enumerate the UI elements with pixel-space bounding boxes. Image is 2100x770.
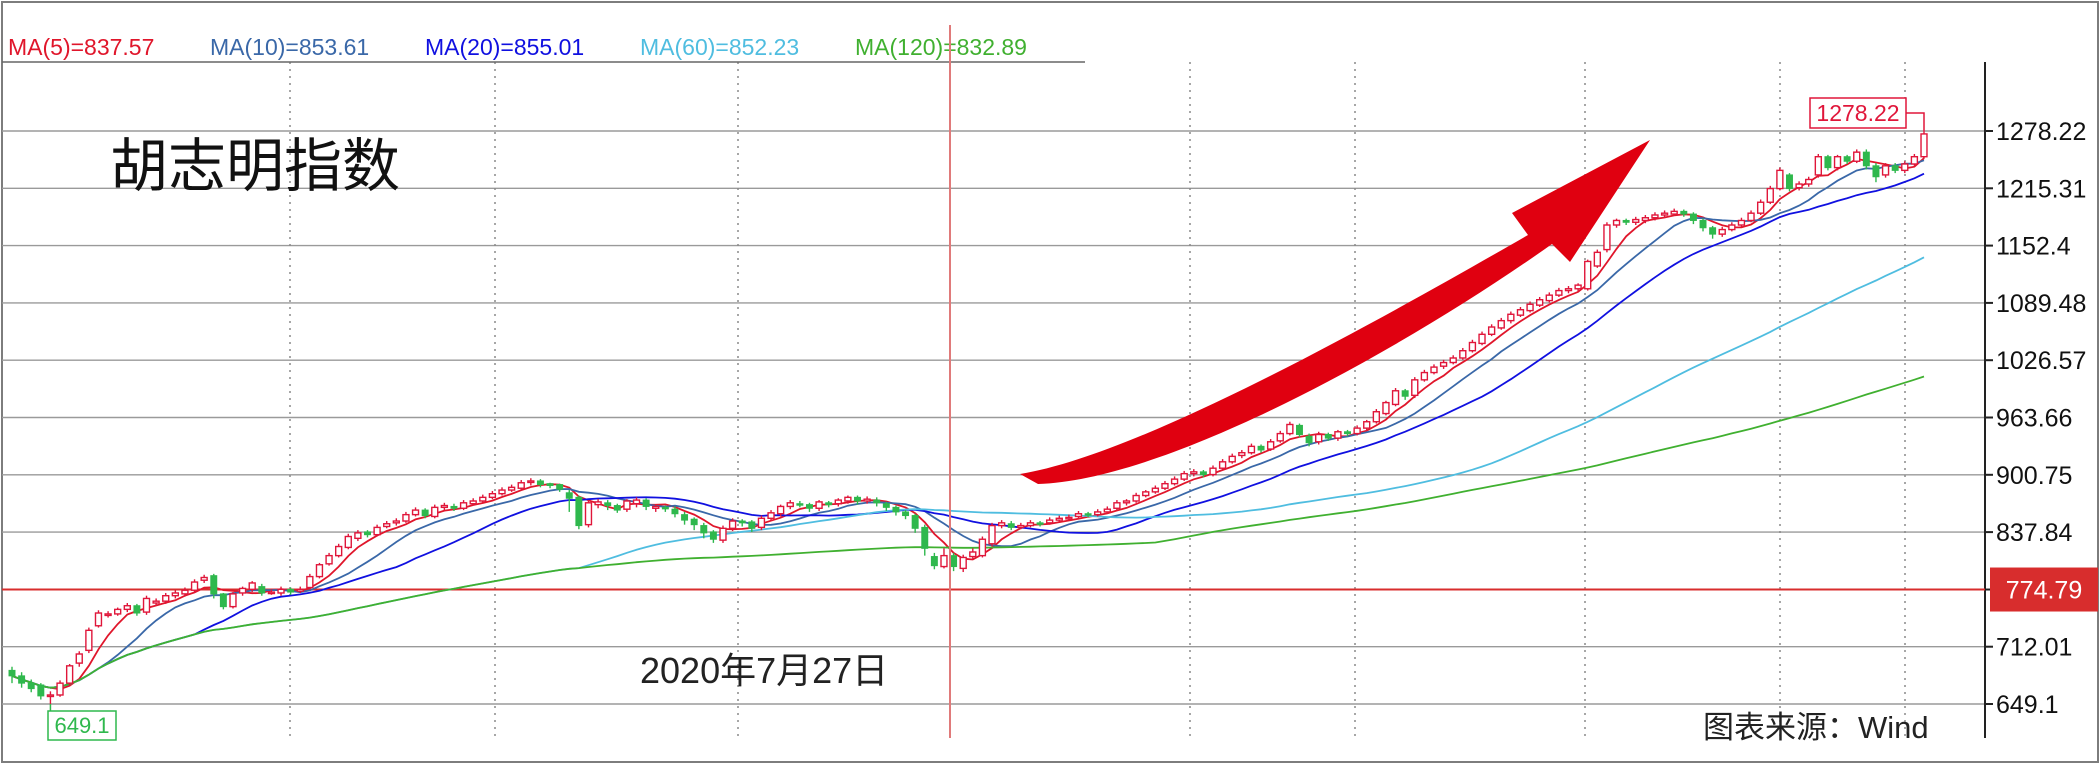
y-tick-label: 774.79 [2006, 577, 2082, 605]
ma-legend-item: MA(20)=855.01 [425, 34, 584, 60]
candlestick [85, 627, 93, 654]
candlestick [1391, 388, 1400, 407]
y-tick-label: 837.84 [1996, 519, 2073, 547]
chart-title: 胡志明指数 [110, 134, 400, 199]
candlestick [1833, 154, 1842, 171]
candlestick [584, 500, 593, 528]
candlestick [1853, 149, 1861, 164]
candlestick [757, 515, 766, 531]
candlestick [1411, 377, 1419, 399]
candlestick [1584, 259, 1592, 291]
candlestick [1881, 163, 1890, 178]
candlestick [56, 680, 64, 697]
candlestick [1776, 167, 1784, 191]
candlestick [1382, 400, 1390, 416]
date-annotation: 2020年7月27日 [640, 650, 888, 691]
candlestick [1593, 249, 1602, 268]
candlestick [1824, 154, 1832, 171]
ma-legend-item: MA(10)=853.61 [210, 34, 369, 60]
ma-legend-item: MA(60)=852.23 [640, 34, 799, 60]
candlestick [306, 573, 314, 590]
candlestick [575, 495, 583, 530]
candlestick [229, 592, 237, 609]
candlestick [315, 562, 324, 579]
candlestick [1920, 131, 1928, 159]
candlestick [1286, 421, 1294, 436]
y-tick-label: 963.66 [1996, 405, 2072, 433]
y-tick-label: 1152.4 [1996, 233, 2071, 261]
candlestick [988, 522, 996, 547]
source-label: 图表来源：Wind [1703, 710, 1929, 745]
high-price-label: 1278.22 [1816, 100, 1899, 126]
candlestick [431, 504, 439, 519]
candlestick [1814, 153, 1822, 178]
candlestick [114, 607, 122, 616]
candlestick [1786, 173, 1793, 192]
candlestick [719, 525, 727, 543]
candlestick [142, 595, 151, 615]
candlestick [1603, 222, 1611, 253]
candlestick [1372, 408, 1381, 424]
ma-legend-item: MA(120)=832.89 [855, 34, 1027, 60]
candlestick [334, 543, 343, 558]
y-tick-label: 1278.22 [1996, 118, 2086, 146]
low-price-label: 649.1 [54, 713, 109, 738]
candlestick [190, 579, 199, 593]
y-tick-label: 900.75 [1996, 462, 2072, 490]
y-tick-label: 712.01 [1996, 634, 2072, 662]
y-tick-label: 649.1 [1996, 691, 2059, 719]
candlestick [978, 536, 987, 558]
candlestick [1756, 199, 1765, 215]
candlestick [219, 592, 227, 610]
y-tick-label: 1215.31 [1996, 175, 2086, 203]
candlestick [94, 610, 103, 628]
y-tick-label: 1026.57 [1996, 347, 2086, 375]
ma-legend-item: MA(5)=837.57 [8, 34, 154, 60]
candlestick [1766, 185, 1774, 205]
candlestick-chart: MA(5)=837.57 MA(10)=853.61 MA(20)=855.01 MA… [0, 0, 2100, 765]
candlestick [65, 664, 74, 685]
candlestick [344, 533, 352, 550]
candlestick [1478, 331, 1486, 346]
y-tick-label: 1089.48 [1996, 290, 2086, 318]
